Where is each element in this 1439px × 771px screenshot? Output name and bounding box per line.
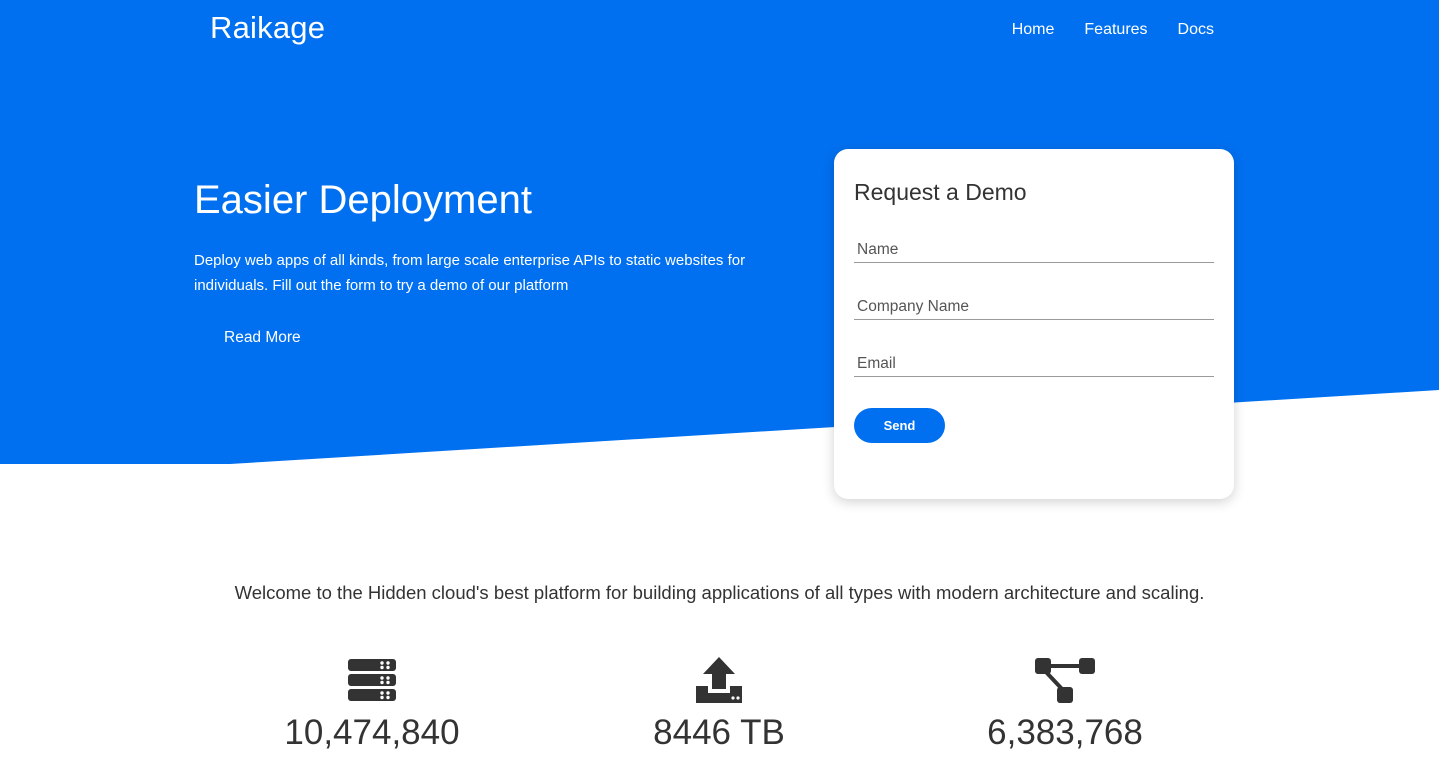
brand-logo[interactable]: Raikage [210, 10, 325, 46]
network-icon [1035, 658, 1095, 703]
nav-link-home[interactable]: Home [1012, 20, 1055, 40]
stat-value: 6,383,768 [987, 713, 1143, 752]
stat-storage: 8446 TB [569, 655, 869, 753]
request-demo-card: Request a Demo Send [834, 149, 1234, 499]
nav-link-features[interactable]: Features [1084, 20, 1147, 40]
upload-icon [696, 657, 742, 703]
welcome-text: Welcome to the Hidden cloud's best platf… [234, 582, 1205, 603]
send-button[interactable]: Send [854, 408, 945, 443]
hero-description: Deploy web apps of all kinds, from large… [194, 252, 746, 294]
stat-connections: 6,383,768 [915, 655, 1215, 753]
page: Raikage Home Features Docs Easier Deploy… [0, 0, 1439, 771]
read-more-link[interactable]: Read More [224, 329, 301, 347]
request-demo-title: Request a Demo [854, 179, 1027, 205]
email-input[interactable] [854, 351, 1214, 377]
main-nav: Home Features Docs [1012, 20, 1214, 40]
stat-value: 8446 TB [653, 713, 785, 752]
nav-link-docs[interactable]: Docs [1178, 20, 1214, 40]
stat-value: 10,474,840 [284, 713, 460, 752]
hero-title: Easier Deployment [194, 178, 532, 222]
name-input[interactable] [854, 237, 1214, 263]
stat-servers: 10,474,840 [222, 655, 522, 753]
company-name-input[interactable] [854, 294, 1214, 320]
server-icon [348, 659, 396, 701]
